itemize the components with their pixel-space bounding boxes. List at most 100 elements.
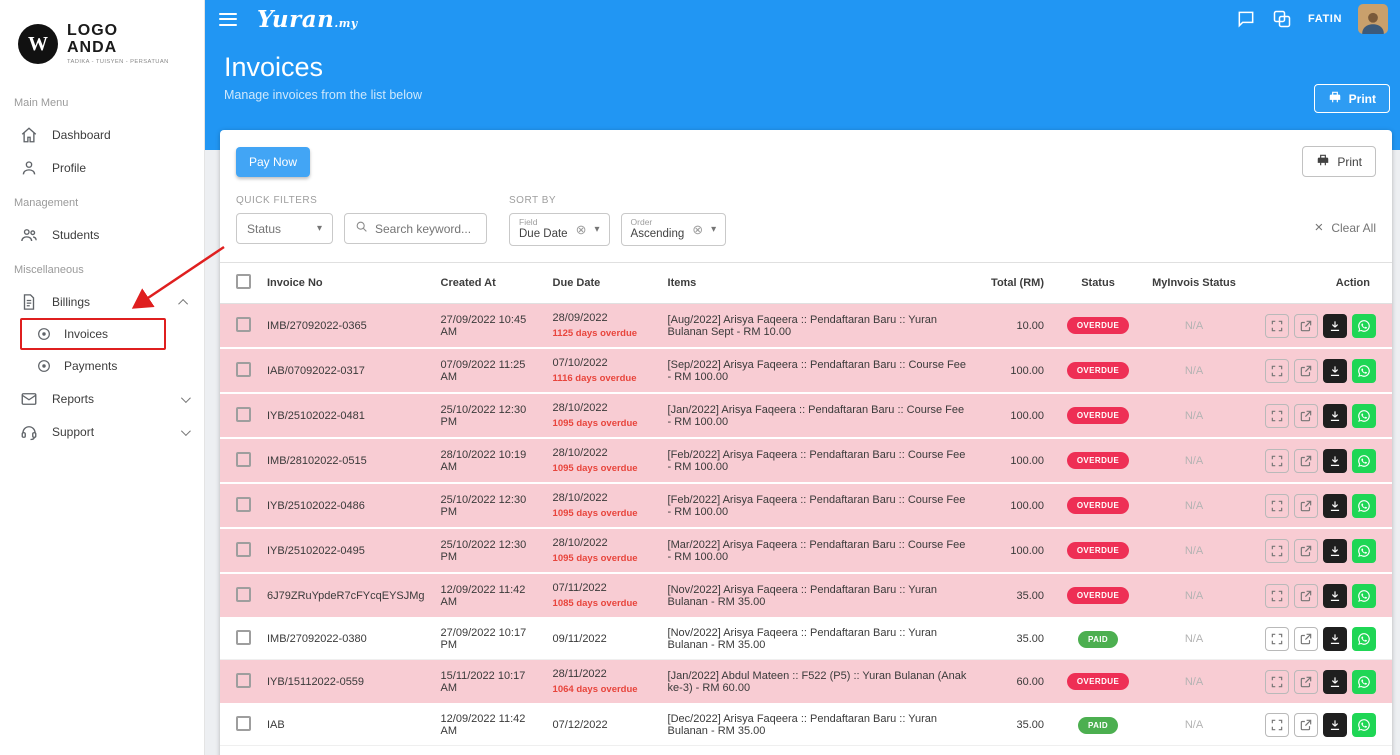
expand-button[interactable] <box>1265 404 1289 428</box>
download-button[interactable] <box>1323 539 1347 563</box>
invoice-items: [Nov/2022] Arisya Faqeera :: Pendaftaran… <box>668 627 937 651</box>
col-header-status[interactable]: Status <box>1052 263 1144 304</box>
avatar[interactable] <box>1358 4 1388 34</box>
status-filter-select[interactable]: Status ▾ <box>236 213 333 244</box>
open-external-button[interactable] <box>1294 449 1318 473</box>
open-external-button[interactable] <box>1294 359 1318 383</box>
expand-button[interactable] <box>1265 713 1289 737</box>
open-external-button[interactable] <box>1294 539 1318 563</box>
sidebar-item-payments[interactable]: Payments <box>0 350 204 382</box>
sidebar-item-support[interactable]: Support <box>0 415 204 448</box>
table-row[interactable]: IMB/27092022-0365 27/09/2022 10:45 AM 28… <box>220 304 1392 349</box>
table-row[interactable]: IYB/25102022-0481 25/10/2022 12:30 PM 28… <box>220 393 1392 438</box>
expand-button[interactable] <box>1265 449 1289 473</box>
table-row[interactable]: IMB/28102022-0515 28/10/2022 10:19 AM 28… <box>220 438 1392 483</box>
expand-button[interactable] <box>1265 670 1289 694</box>
status-badge: OVERDUE <box>1067 587 1129 604</box>
download-button[interactable] <box>1323 627 1347 651</box>
sidebar-item-dashboard[interactable]: Dashboard <box>0 118 204 151</box>
whatsapp-button[interactable] <box>1352 670 1376 694</box>
pay-now-button[interactable]: Pay Now <box>236 147 310 177</box>
sidebar-item-billings[interactable]: Billings <box>0 285 204 318</box>
row-checkbox[interactable] <box>236 716 251 731</box>
chevron-down-icon: ▾ <box>317 223 322 234</box>
open-external-button[interactable] <box>1294 670 1318 694</box>
whatsapp-button[interactable] <box>1352 584 1376 608</box>
download-button[interactable] <box>1323 584 1347 608</box>
whatsapp-button[interactable] <box>1352 627 1376 651</box>
col-header-due-date[interactable]: Due Date <box>545 263 660 304</box>
row-checkbox[interactable] <box>236 317 251 332</box>
chat-icon[interactable] <box>1236 9 1256 29</box>
table-row[interactable]: IMB/27092022-0380 27/09/2022 10:17 PM 09… <box>220 618 1392 660</box>
table-row[interactable]: IYB/15112022-0559 15/11/2022 10:17 AM 28… <box>220 660 1392 705</box>
expand-button[interactable] <box>1265 584 1289 608</box>
username[interactable]: FATIN <box>1308 13 1342 25</box>
open-external-button[interactable] <box>1294 713 1318 737</box>
row-checkbox[interactable] <box>236 497 251 512</box>
download-button[interactable] <box>1323 449 1347 473</box>
row-checkbox[interactable] <box>236 362 251 377</box>
organization-switch-icon[interactable] <box>1272 9 1292 29</box>
row-checkbox[interactable] <box>236 452 251 467</box>
sidebar-item-reports[interactable]: Reports <box>0 382 204 415</box>
status-badge: PAID <box>1078 631 1118 648</box>
row-checkbox[interactable] <box>236 673 251 688</box>
col-header-created-at[interactable]: Created At <box>433 263 545 304</box>
col-header-myinvois[interactable]: MyInvois Status <box>1144 263 1244 304</box>
col-header-invoice-no[interactable]: Invoice No <box>259 263 433 304</box>
download-button[interactable] <box>1323 314 1347 338</box>
sidebar-item-invoices[interactable]: Invoices <box>20 318 166 350</box>
col-header-total[interactable]: Total (RM) <box>977 263 1052 304</box>
row-actions <box>1252 449 1384 473</box>
expand-button[interactable] <box>1265 627 1289 651</box>
sort-field-select[interactable]: Field Due Date ⊗ ▾ <box>509 213 610 246</box>
clear-order-icon[interactable]: ⊗ <box>692 223 703 236</box>
printer-icon <box>1316 153 1330 170</box>
open-external-button[interactable] <box>1294 494 1318 518</box>
whatsapp-button[interactable] <box>1352 539 1376 563</box>
table-row[interactable]: IAB/07092022-0317 07/09/2022 11:25 AM 07… <box>220 348 1392 393</box>
table-row[interactable]: IYB/25102022-0495 25/10/2022 12:30 PM 28… <box>220 528 1392 573</box>
whatsapp-button[interactable] <box>1352 404 1376 428</box>
whatsapp-button[interactable] <box>1352 713 1376 737</box>
open-external-button[interactable] <box>1294 584 1318 608</box>
header-print-button[interactable]: Print <box>1314 84 1390 113</box>
sidebar-item-profile[interactable]: Profile <box>0 151 204 184</box>
row-checkbox[interactable] <box>236 542 251 557</box>
download-button[interactable] <box>1323 670 1347 694</box>
sidebar-item-students[interactable]: Students <box>0 218 204 251</box>
select-all-checkbox[interactable] <box>236 274 251 289</box>
open-external-button[interactable] <box>1294 627 1318 651</box>
download-button[interactable] <box>1323 404 1347 428</box>
col-header-items[interactable]: Items <box>660 263 977 304</box>
row-checkbox[interactable] <box>236 407 251 422</box>
myinvois-status: N/A <box>1185 365 1203 377</box>
clear-all-button[interactable]: × Clear All <box>1315 220 1376 235</box>
table-row[interactable]: 6J79ZRuYpdeR7cFYcqEYSJMg 12/09/2022 11:4… <box>220 573 1392 618</box>
whatsapp-button[interactable] <box>1352 359 1376 383</box>
expand-button[interactable] <box>1265 359 1289 383</box>
due-date: 28/10/2022 <box>553 492 652 504</box>
sort-order-select[interactable]: Order Ascending ⊗ ▾ <box>621 213 727 246</box>
table-row[interactable]: IAB 12/09/2022 11:42 AM 07/12/2022 [Dec/… <box>220 704 1392 746</box>
row-checkbox[interactable] <box>236 630 251 645</box>
card-print-button[interactable]: Print <box>1302 146 1376 177</box>
expand-button[interactable] <box>1265 494 1289 518</box>
row-checkbox[interactable] <box>236 587 251 602</box>
open-external-button[interactable] <box>1294 314 1318 338</box>
myinvois-status: N/A <box>1185 410 1203 422</box>
whatsapp-button[interactable] <box>1352 494 1376 518</box>
download-button[interactable] <box>1323 713 1347 737</box>
whatsapp-button[interactable] <box>1352 449 1376 473</box>
table-row[interactable]: IYB/25102022-0486 25/10/2022 12:30 PM 28… <box>220 483 1392 528</box>
expand-button[interactable] <box>1265 539 1289 563</box>
menu-toggle-button[interactable] <box>219 13 237 26</box>
clear-field-icon[interactable]: ⊗ <box>576 223 587 236</box>
open-external-button[interactable] <box>1294 404 1318 428</box>
download-button[interactable] <box>1323 494 1347 518</box>
search-input[interactable] <box>375 222 476 236</box>
whatsapp-button[interactable] <box>1352 314 1376 338</box>
expand-button[interactable] <box>1265 314 1289 338</box>
download-button[interactable] <box>1323 359 1347 383</box>
